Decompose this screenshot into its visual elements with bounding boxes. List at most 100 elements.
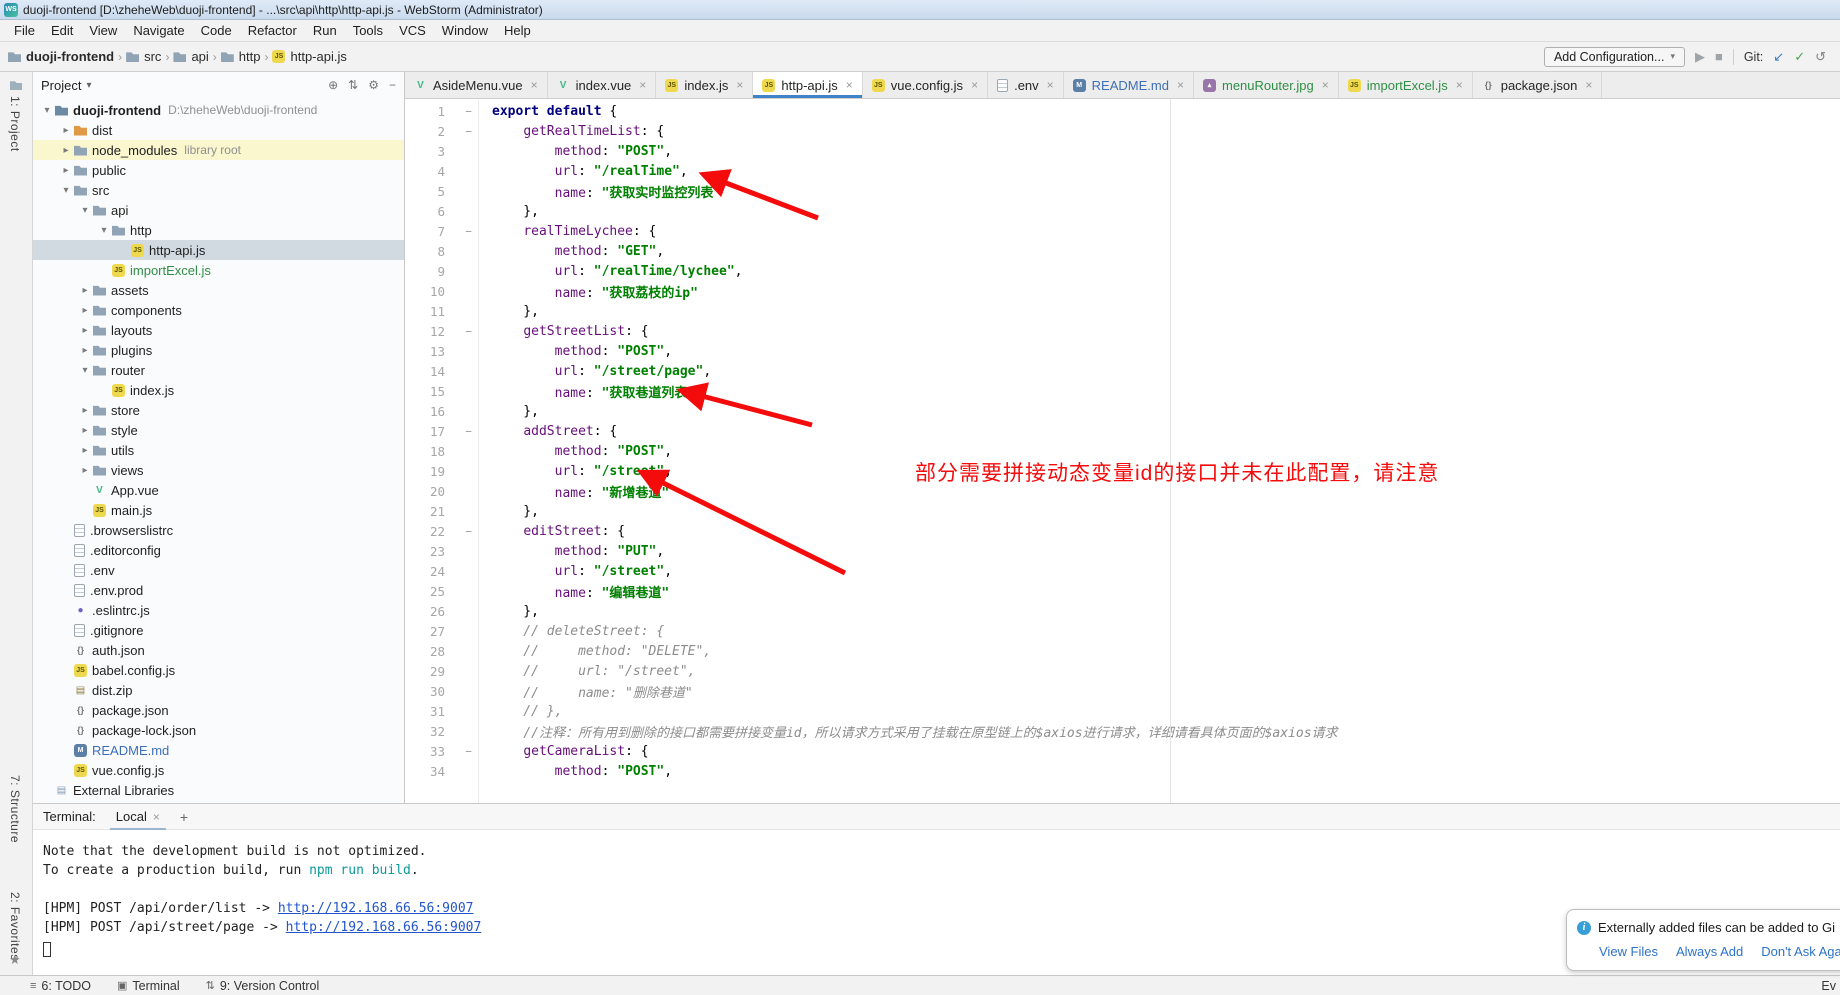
expand-collapse-icon[interactable]: ⇅ xyxy=(348,78,358,92)
run-icon[interactable]: ▶ xyxy=(1695,50,1705,64)
tool-button-project[interactable]: 1: Project xyxy=(8,96,22,152)
status-item-9:-version-control[interactable]: ⇅9: Version Control xyxy=(206,979,320,993)
line-number[interactable]: 6 xyxy=(405,204,445,219)
code-text[interactable]: getStreetList: { xyxy=(492,324,649,339)
line-number[interactable]: 2 xyxy=(405,124,445,139)
close-icon[interactable]: × xyxy=(1322,78,1329,92)
tree-item-views[interactable]: ▸views xyxy=(33,460,404,480)
chevron-right-icon[interactable]: ▸ xyxy=(77,465,93,476)
line-number[interactable]: 5 xyxy=(405,184,445,199)
line-number[interactable]: 29 xyxy=(405,664,445,679)
close-icon[interactable]: × xyxy=(1177,78,1184,92)
fold-icon[interactable]: − xyxy=(445,325,492,338)
code-text[interactable]: editStreet: { xyxy=(492,524,625,539)
breadcrumb-http[interactable]: http xyxy=(221,49,261,64)
line-number[interactable]: 24 xyxy=(405,564,445,579)
line-number[interactable]: 8 xyxy=(405,244,445,259)
line-number[interactable]: 27 xyxy=(405,624,445,639)
code-text[interactable]: // method: "DELETE", xyxy=(492,644,711,659)
code-text[interactable]: addStreet: { xyxy=(492,424,617,439)
hide-icon[interactable]: − xyxy=(389,78,396,92)
breadcrumb-http-api.js[interactable]: JShttp-api.js xyxy=(272,49,346,64)
chevron-right-icon[interactable]: ▸ xyxy=(77,425,93,436)
line-number[interactable]: 21 xyxy=(405,504,445,519)
tree-item-api[interactable]: ▾api xyxy=(33,200,404,220)
tab-.env[interactable]: .env× xyxy=(988,72,1064,98)
code-text[interactable]: }, xyxy=(492,404,539,419)
tree-item-auth.json[interactable]: {}auth.json xyxy=(33,640,404,660)
code-text[interactable]: getCameraList: { xyxy=(492,744,649,759)
code-text[interactable]: // deleteStreet: { xyxy=(492,624,664,639)
tree-item-package.json[interactable]: {}package.json xyxy=(33,700,404,720)
breadcrumb-duoji-frontend[interactable]: duoji-frontend xyxy=(8,49,114,64)
commit-icon[interactable]: ✓ xyxy=(1794,50,1805,64)
terminal-tab-local[interactable]: Local × xyxy=(110,804,166,830)
history-icon[interactable]: ↺ xyxy=(1815,50,1826,64)
new-terminal-session-button[interactable]: + xyxy=(180,809,188,825)
line-number[interactable]: 7 xyxy=(405,224,445,239)
notification-link-always-add[interactable]: Always Add xyxy=(1676,944,1743,959)
fold-icon[interactable]: − xyxy=(445,425,492,438)
code-text[interactable]: url: "/realTime", xyxy=(492,164,688,179)
line-number[interactable]: 33 xyxy=(405,744,445,759)
tab-index.vue[interactable]: Vindex.vue× xyxy=(548,72,657,98)
code-text[interactable]: method: "PUT", xyxy=(492,544,664,559)
fold-icon[interactable]: − xyxy=(445,125,492,138)
line-number[interactable]: 17 xyxy=(405,424,445,439)
terminal-link[interactable]: http://192.168.66.56:9007 xyxy=(286,920,482,935)
status-bar-right[interactable]: Ev xyxy=(1821,976,1836,995)
tree-item-.editorconfig[interactable]: .editorconfig xyxy=(33,540,404,560)
chevron-right-icon[interactable]: ▸ xyxy=(77,345,93,356)
line-number[interactable]: 30 xyxy=(405,684,445,699)
update-project-icon[interactable]: ↙ xyxy=(1773,50,1784,64)
menu-run[interactable]: Run xyxy=(305,20,345,42)
add-configuration-button[interactable]: Add Configuration... ▾ xyxy=(1544,47,1685,67)
line-number[interactable]: 11 xyxy=(405,304,445,319)
notification-link-don't-ask-agai[interactable]: Don't Ask Agai xyxy=(1761,944,1840,959)
locate-icon[interactable]: ⊕ xyxy=(328,78,338,92)
tree-item-.gitignore[interactable]: .gitignore xyxy=(33,620,404,640)
tab-menuRouter.jpg[interactable]: ▴menuRouter.jpg× xyxy=(1194,72,1339,98)
line-number[interactable]: 10 xyxy=(405,284,445,299)
tree-item-http[interactable]: ▾http xyxy=(33,220,404,240)
tree-item-dist[interactable]: ▸dist xyxy=(33,120,404,140)
terminal-link[interactable]: http://192.168.66.56:9007 xyxy=(278,901,474,916)
tree-item-vue.config.js[interactable]: JSvue.config.js xyxy=(33,760,404,780)
line-number[interactable]: 12 xyxy=(405,324,445,339)
close-icon[interactable]: × xyxy=(1456,78,1463,92)
tree-item-assets[interactable]: ▸assets xyxy=(33,280,404,300)
close-icon[interactable]: × xyxy=(531,78,538,92)
code-text[interactable]: method: "POST", xyxy=(492,144,672,159)
close-icon[interactable]: × xyxy=(971,78,978,92)
tree-item-package-lock.json[interactable]: {}package-lock.json xyxy=(33,720,404,740)
line-number[interactable]: 26 xyxy=(405,604,445,619)
code-text[interactable]: method: "GET", xyxy=(492,244,664,259)
tree-item-utils[interactable]: ▸utils xyxy=(33,440,404,460)
line-number[interactable]: 15 xyxy=(405,384,445,399)
tree-item-dist.zip[interactable]: ▤dist.zip xyxy=(33,680,404,700)
tree-item-public[interactable]: ▸public xyxy=(33,160,404,180)
tool-button-favorites[interactable]: 2: Favorites xyxy=(8,892,22,961)
line-number[interactable]: 19 xyxy=(405,464,445,479)
chevron-down-icon[interactable]: ▾ xyxy=(77,205,93,216)
project-panel-title[interactable]: Project xyxy=(41,78,81,93)
tree-item-components[interactable]: ▸components xyxy=(33,300,404,320)
tree-item-router[interactable]: ▾router xyxy=(33,360,404,380)
code-text[interactable]: method: "POST", xyxy=(492,344,672,359)
fold-icon[interactable]: − xyxy=(445,525,492,538)
close-icon[interactable]: × xyxy=(736,78,743,92)
status-item-terminal[interactable]: ▣Terminal xyxy=(117,979,180,993)
breadcrumb-src[interactable]: src xyxy=(126,49,161,64)
code-text[interactable]: name: "获取实时监控列表" xyxy=(492,182,721,201)
code-text[interactable]: name: "获取巷道列表" xyxy=(492,382,695,401)
fold-icon[interactable]: − xyxy=(445,745,492,758)
code-text[interactable]: // name: "删除巷道" xyxy=(492,682,693,701)
line-number[interactable]: 22 xyxy=(405,524,445,539)
chevron-right-icon[interactable]: ▸ xyxy=(77,305,93,316)
tree-item-README.md[interactable]: MREADME.md xyxy=(33,740,404,760)
chevron-right-icon[interactable]: ▸ xyxy=(58,145,74,156)
chevron-right-icon[interactable]: ▸ xyxy=(77,405,93,416)
chevron-down-icon[interactable]: ▾ xyxy=(77,365,93,376)
line-number[interactable]: 9 xyxy=(405,264,445,279)
tree-item-.env[interactable]: .env xyxy=(33,560,404,580)
